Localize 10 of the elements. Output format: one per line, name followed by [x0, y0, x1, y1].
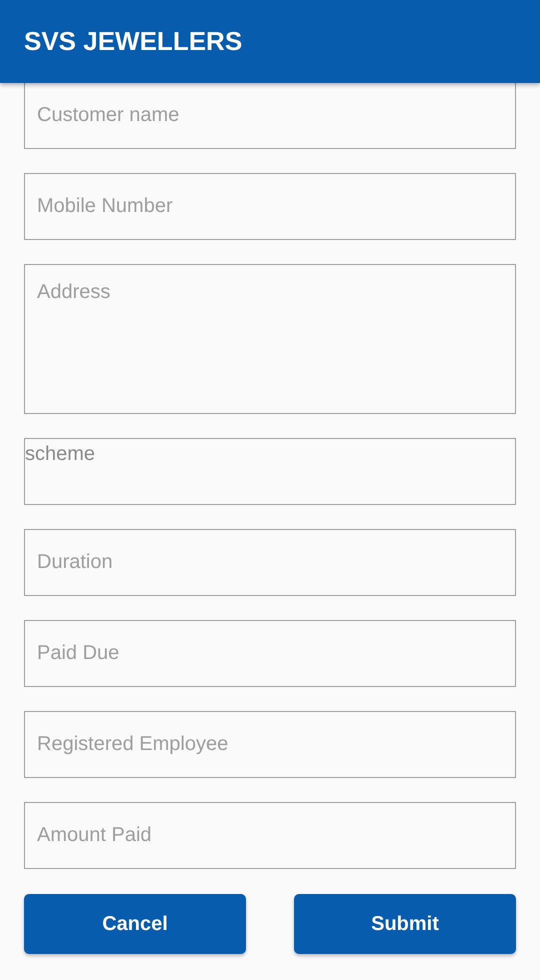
form-button[interactable]: Cancel — [24, 894, 246, 954]
address-field[interactable]: Address — [24, 264, 516, 414]
input-field[interactable]: Amount Paid — [24, 802, 516, 869]
input-field[interactable]: Mobile Number — [24, 173, 516, 240]
input-field[interactable]: Customer name — [24, 83, 516, 149]
input-field[interactable]: Duration — [24, 529, 516, 596]
input-field[interactable]: Registered Employee — [24, 711, 516, 778]
input-field[interactable]: Paid Due — [24, 620, 516, 687]
form-button[interactable]: Submit — [294, 894, 516, 954]
app-title: SVS JEWELLERS — [24, 26, 242, 57]
